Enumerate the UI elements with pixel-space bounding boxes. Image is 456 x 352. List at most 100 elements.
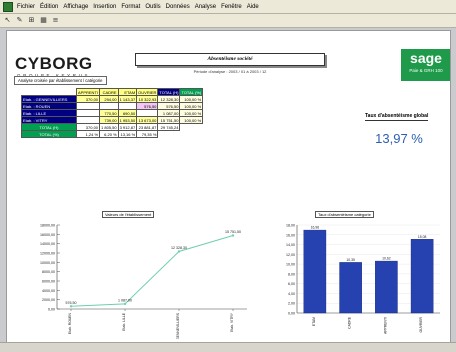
row-label: Etab. : LILLE — [21, 109, 77, 117]
table-cell: 370,00 — [75, 95, 101, 103]
table-cell: 1 805,50 — [99, 123, 119, 131]
table-cell: 15 751,50 — [157, 116, 181, 124]
menu-item-insertion[interactable]: Insertion — [93, 4, 116, 10]
table-cell: 100,00 % — [179, 95, 204, 103]
y-tick-label: 8000,00 — [42, 270, 55, 274]
crop-icon[interactable]: ⊞ — [27, 16, 36, 25]
table-cell: 6,20 % — [99, 130, 119, 138]
row-label: TOTAL (%) — [21, 130, 77, 138]
menu-item-aide[interactable]: Aide — [247, 4, 259, 10]
bar-chart-svg: 18,00 16,00 14,00 12,00 10,00 8,00 6,00 4,00 2,0… — [286, 224, 440, 334]
table-cell — [75, 116, 101, 124]
bar — [375, 260, 398, 314]
y-tick-label: 14000,00 — [40, 242, 55, 246]
menu-item-outils[interactable]: Outils — [145, 4, 160, 10]
x-tick-label: Etab. VITRY — [230, 312, 234, 332]
table-cell: 576,50 — [157, 102, 181, 110]
menu-item-fenetre[interactable]: Fenêtre — [221, 4, 242, 10]
grid-icon[interactable]: ▦ — [39, 16, 48, 25]
y-tick-label: 16000,00 — [40, 233, 55, 237]
row-label: Etab. : VITRY — [21, 116, 77, 124]
table-cell: 79,35 % — [136, 130, 159, 138]
sage-logo: sage Paie & GRH 100 — [401, 49, 450, 81]
bar-chart: 18,00 16,00 14,00 12,00 10,00 8,00 6,00 4,00 2,0… — [275, 209, 445, 339]
row-label: Etab. : ROUEN — [21, 102, 77, 110]
data-point — [177, 250, 181, 253]
format-icon[interactable]: ≡ — [51, 16, 60, 25]
analysis-subtitle: Analyse croisée par établissement / caté… — [14, 76, 107, 85]
table-cell: 1 143,37 — [117, 95, 138, 103]
line-chart-svg: 18000,00 16000,00 14000,00 12000,00 10000,00… — [40, 224, 247, 342]
toolbar: ↖ ✎ ⊞ ▦ ≡ — [0, 14, 456, 28]
menu-bar: Fichier Édition Affichage Insertion Form… — [0, 0, 456, 14]
y-tick-label: 0,00 — [288, 312, 295, 316]
bar-chart-title: Taux d'absentéisme catégorie — [315, 211, 374, 218]
y-tick-label: 6000,00 — [42, 280, 55, 284]
y-tick-label: 12000,00 — [40, 252, 55, 256]
table-cell: 294,00 — [99, 95, 119, 103]
report-title: Absentéisme société — [135, 53, 325, 66]
x-tick-label: ETAM — [312, 317, 316, 326]
data-point — [231, 234, 235, 237]
table-cell: 12 328,30 — [157, 95, 181, 103]
menu-item-format[interactable]: Format — [121, 4, 140, 10]
table-cell — [136, 109, 159, 117]
y-tick-label: 8,00 — [288, 272, 295, 276]
table-cell: 739,00 — [99, 116, 119, 124]
cyborg-logo: CYBORG GROUPE KEYRUS — [15, 54, 93, 78]
data-label: 15 751,50 — [225, 230, 241, 234]
table-cell: 1,24 % — [75, 130, 101, 138]
x-tick-label: APPRENTI — [383, 317, 387, 334]
draw-icon[interactable]: ✎ — [15, 16, 24, 25]
y-tick-label: 4,00 — [288, 292, 295, 296]
table-row: Etab. : GENNEVILLIERS 370,00 294,00 1 14… — [21, 95, 204, 103]
col-header: OUVRIER — [136, 88, 159, 96]
col-header: TOTAL (H) — [157, 88, 181, 96]
table-cell: 370,00 — [75, 123, 101, 131]
menu-item-fichier[interactable]: Fichier — [17, 4, 35, 10]
table-cell: 23 881,87 — [136, 123, 159, 131]
data-point — [69, 305, 73, 308]
table-cell — [99, 102, 119, 110]
menu-item-affichage[interactable]: Affichage — [63, 4, 88, 10]
report-sheet: CYBORG GROUPE KEYRUS Analyse croisée par… — [6, 30, 451, 343]
y-tick-label: 12,00 — [286, 253, 295, 257]
series-line — [70, 235, 234, 307]
table-header-row: APPRENTI CADRE ETAM OUVRIER TOTAL (H) TO… — [22, 88, 204, 96]
col-header: CADRE — [99, 88, 119, 96]
y-tick-label: 14,00 — [286, 243, 295, 247]
menu-item-donnees[interactable]: Données — [166, 4, 190, 10]
x-tick-label: Etab. ROUEN — [68, 312, 72, 334]
row-label: TOTAL (H) — [21, 123, 77, 131]
pointer-icon[interactable]: ↖ — [3, 16, 12, 25]
bar — [410, 239, 434, 314]
x-tick-label: CADRE — [348, 316, 352, 329]
table-cell: 13 673,00 — [136, 116, 159, 124]
y-tick-label: 2,00 — [288, 302, 295, 306]
menu-item-analyse[interactable]: Analyse — [195, 4, 216, 10]
table-cell: 13,16 % — [117, 130, 138, 138]
menu-item-edition[interactable]: Édition — [40, 4, 58, 10]
table-total-row: TOTAL (H) 370,00 1 805,50 3 912,87 23 88… — [21, 123, 203, 131]
absence-table: APPRENTI CADRE ETAM OUVRIER TOTAL (H) TO… — [21, 88, 204, 138]
table-cell: 3 912,87 — [117, 123, 138, 131]
table-row: Etab. : VITRY 739,00 1 953,50 13 673,00 … — [21, 116, 204, 124]
y-tick-label: 4000,00 — [42, 289, 55, 293]
table-cell: 1 087,00 — [157, 109, 181, 117]
table-cell — [117, 102, 138, 110]
data-label: 1 087,00 — [118, 298, 132, 302]
y-tick-label: 6,00 — [288, 282, 295, 286]
data-label: 15,08 — [418, 235, 427, 239]
table-cell: 100,00 % — [179, 116, 204, 124]
line-chart: 18000,00 16000,00 14000,00 12000,00 10000,00… — [27, 209, 257, 342]
table-cell: 1 953,50 — [117, 116, 138, 124]
table-cell — [75, 109, 101, 117]
data-label: 16,96 — [311, 226, 320, 230]
y-tick-label: 18000,00 — [40, 224, 55, 228]
x-tick-label: Etab. GENNEVILLIERS — [176, 312, 180, 339]
data-label: 576,50 — [66, 301, 77, 305]
table-cell: 10 322,93 — [136, 95, 159, 103]
data-label: 10,35 — [346, 258, 355, 262]
y-tick-label: 0,00 — [48, 308, 55, 312]
table-cell: 100,00 % — [179, 109, 204, 117]
